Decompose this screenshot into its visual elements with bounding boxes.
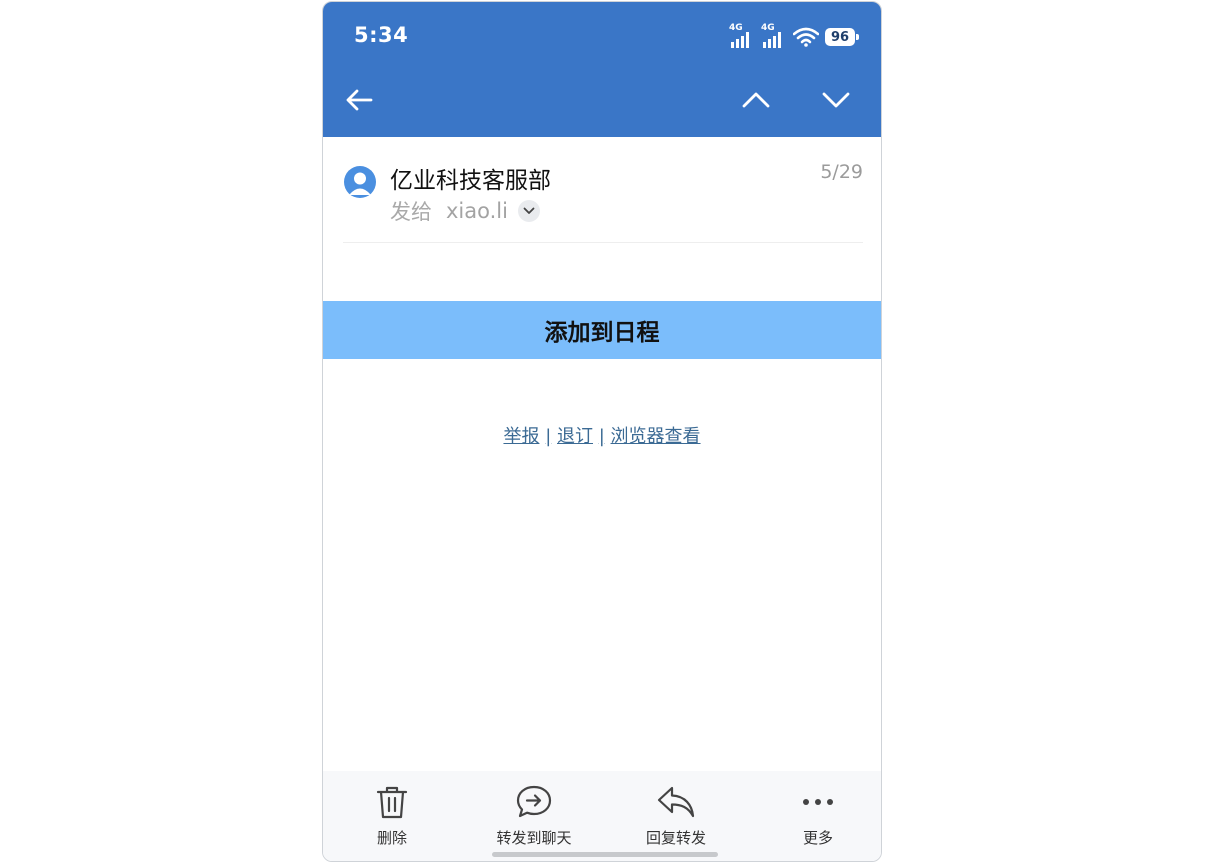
- mail-header: 亿业科技客服部 5/29 发给 xiao.li: [323, 137, 881, 243]
- battery-icon: 96: [825, 28, 859, 46]
- avatar[interactable]: [344, 166, 376, 198]
- delete-label: 删除: [376, 829, 407, 847]
- wifi-icon: [793, 27, 819, 47]
- forward-to-chat-label: 转发到聊天: [496, 829, 572, 847]
- recipient-row: 发给 xiao.li: [390, 196, 540, 226]
- report-link[interactable]: 举报: [503, 426, 539, 447]
- header-divider: [343, 242, 863, 243]
- more-button[interactable]: 更多: [763, 783, 873, 848]
- home-indicator[interactable]: [492, 852, 718, 857]
- more-icon: [803, 799, 833, 805]
- battery-level: 96: [830, 29, 850, 45]
- footer-links: 举报 | 退订 | 浏览器查看: [323, 422, 881, 448]
- chevron-down-icon: [822, 92, 850, 108]
- trash-icon: [376, 786, 408, 819]
- bottom-action-bar: 删除 转发到聊天 回复转发 更多: [323, 771, 881, 861]
- chevron-down-icon: [523, 207, 535, 214]
- status-icons: 4G 4G 96: [729, 23, 859, 50]
- more-label: 更多: [802, 829, 833, 847]
- chevron-up-icon: [742, 92, 770, 108]
- phone-screen: 5:34 4G 4G 96 亿业科技客服部 5/29 发给 xiao.li 添加…: [322, 1, 882, 862]
- cellular-signal-icon: 4G: [761, 23, 787, 49]
- reply-icon: [657, 786, 695, 818]
- expand-recipients-button[interactable]: [517, 200, 540, 222]
- back-button[interactable]: [341, 82, 377, 118]
- delete-button[interactable]: 删除: [337, 783, 447, 848]
- top-bar: 5:34 4G 4G 96: [323, 2, 881, 137]
- forward-chat-icon: [516, 785, 552, 818]
- unsubscribe-link[interactable]: 退订: [557, 426, 593, 447]
- reply-forward-button[interactable]: 回复转发: [621, 783, 731, 848]
- sender-name[interactable]: 亿业科技客服部: [390, 161, 551, 195]
- status-time: 5:34: [354, 23, 409, 47]
- mail-date: 5/29: [820, 161, 863, 183]
- cellular-signal-icon: 4G: [729, 23, 755, 49]
- to-label: 发给: [390, 200, 432, 224]
- link-separator: |: [598, 426, 605, 447]
- previous-mail-button[interactable]: [738, 82, 774, 118]
- next-mail-button[interactable]: [818, 82, 854, 118]
- reply-forward-label: 回复转发: [645, 829, 706, 847]
- add-to-calendar-button[interactable]: 添加到日程: [323, 301, 881, 359]
- user-icon: [349, 172, 371, 195]
- link-separator: |: [545, 426, 552, 447]
- arrow-left-icon: [346, 89, 373, 111]
- recipient-name[interactable]: xiao.li: [446, 199, 508, 223]
- view-in-browser-link[interactable]: 浏览器查看: [611, 426, 701, 447]
- forward-to-chat-button[interactable]: 转发到聊天: [479, 783, 589, 848]
